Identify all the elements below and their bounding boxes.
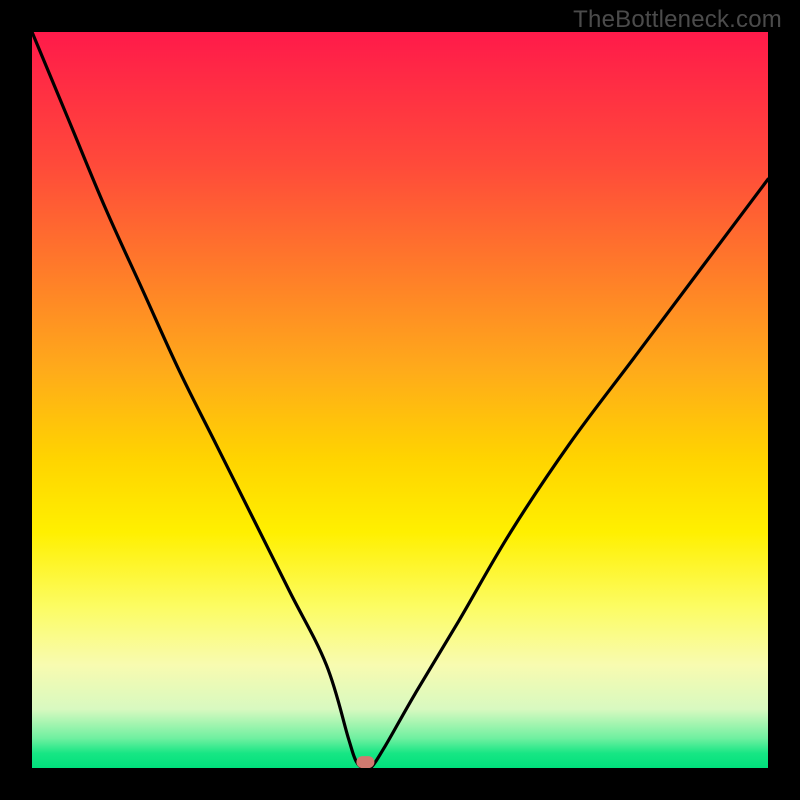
bottleneck-curve [32,32,768,768]
curve-group [32,32,768,768]
watermark-text: TheBottleneck.com [573,6,782,34]
chart-frame: TheBottleneck.com [0,0,800,800]
optimal-marker [356,756,374,768]
plot-area [32,32,768,768]
marker-group [356,756,374,768]
curve-svg [32,32,768,768]
